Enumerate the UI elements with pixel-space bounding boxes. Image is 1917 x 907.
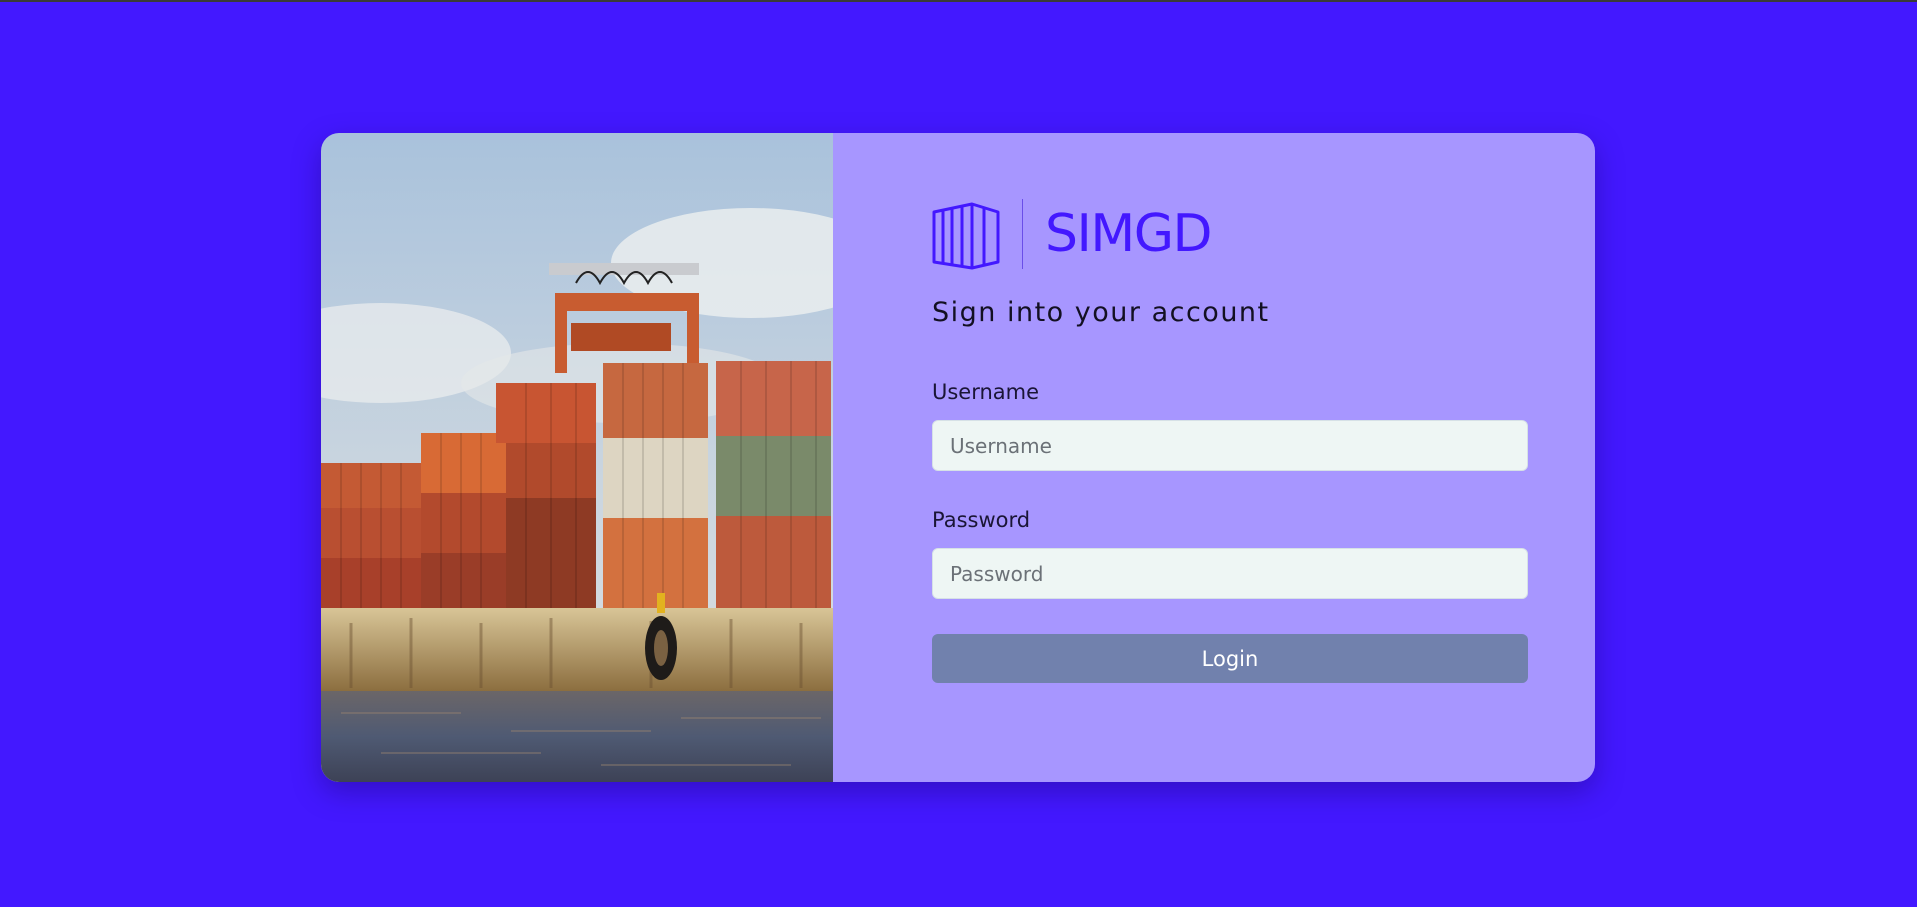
brand-name: SIMGD xyxy=(1045,204,1213,264)
page-title: Sign into your account xyxy=(932,297,1270,328)
brand-divider xyxy=(1022,199,1023,269)
brand-logo: SIMGD xyxy=(932,198,1213,270)
password-input[interactable] xyxy=(932,548,1528,599)
username-input[interactable] xyxy=(932,420,1528,471)
login-card: SIMGD Sign into your account Username Pa… xyxy=(321,133,1595,782)
port-containers-image xyxy=(321,133,833,782)
port-photo-illustration xyxy=(321,133,833,782)
password-label: Password xyxy=(932,508,1031,532)
login-button[interactable]: Login xyxy=(932,634,1528,683)
username-label: Username xyxy=(932,380,1040,404)
login-panel: SIMGD Sign into your account Username Pa… xyxy=(833,133,1595,782)
shipping-container-icon xyxy=(932,202,1000,270)
